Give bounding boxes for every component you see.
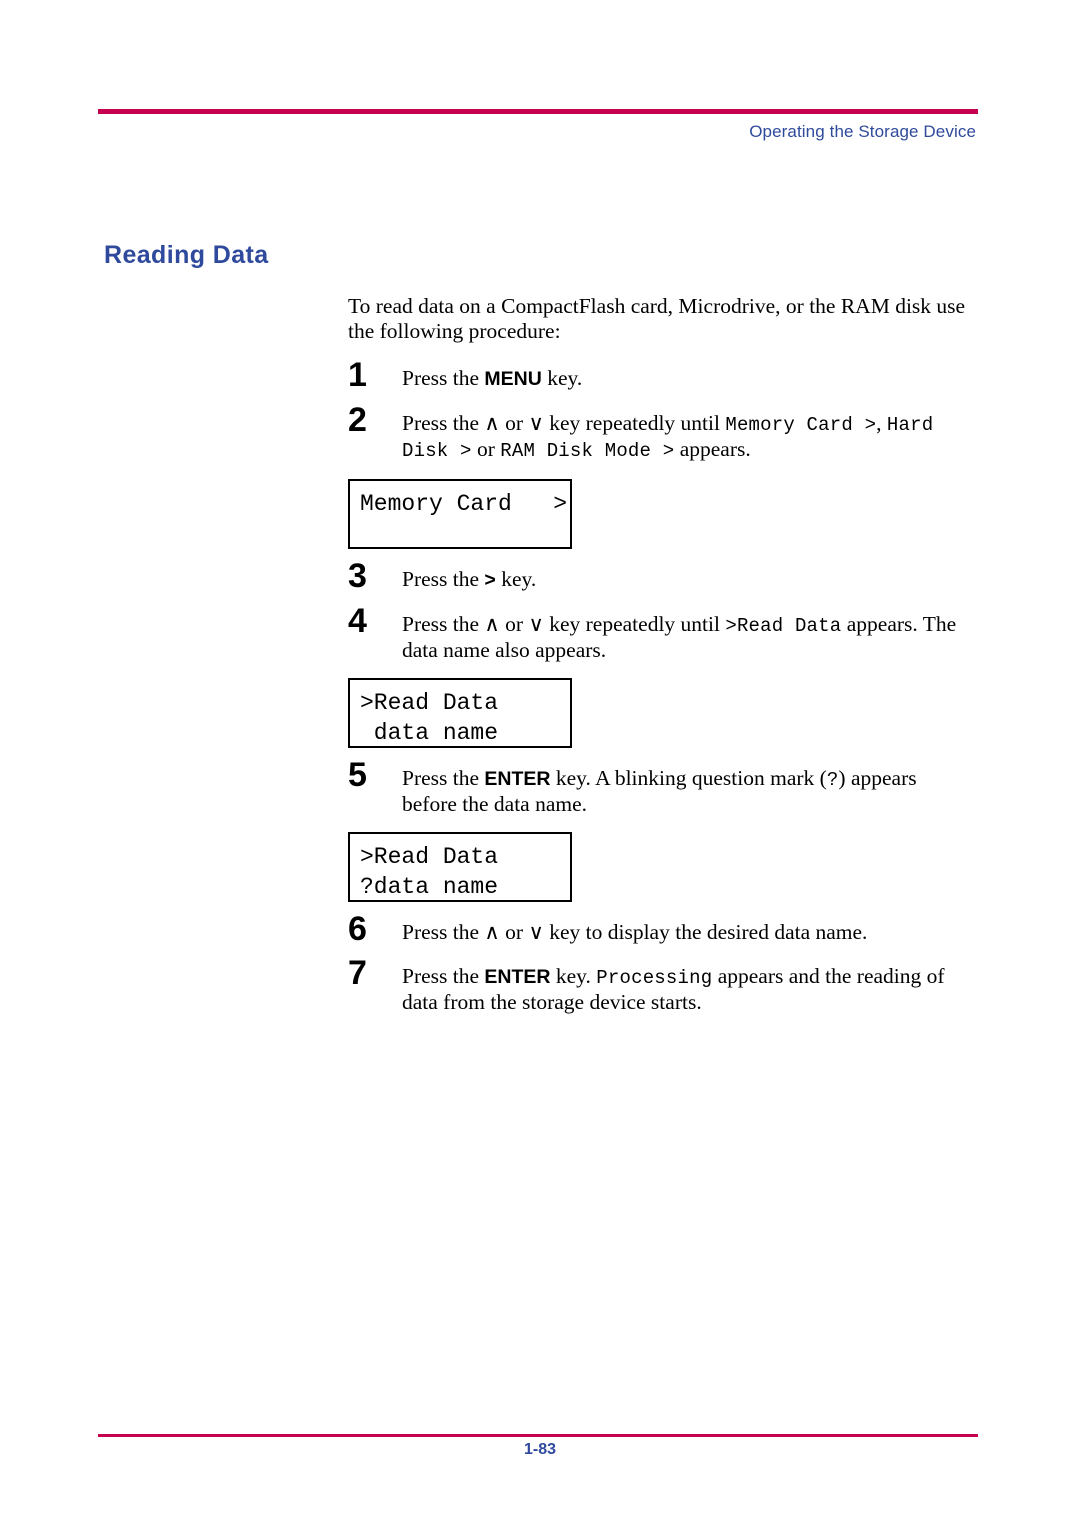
step-2: 2 Press the ∧ or ∨ key repeatedly until … (348, 403, 976, 463)
step-text-part: key. A blinking question mark ( (550, 765, 827, 790)
step-6: 6 Press the ∧ or ∨ key to display the de… (348, 912, 976, 946)
arrow-up-icon: ∧ (484, 410, 500, 435)
lcd-line-2: data name (360, 719, 499, 746)
step-7: 7 Press the ENTER key. Processing appear… (348, 956, 976, 1014)
step-text-part: key to display the desired data name. (543, 919, 868, 944)
document-page: Operating the Storage Device Reading Dat… (0, 0, 1080, 1528)
step-text-part: key. (495, 566, 537, 591)
step-text-part: or (499, 410, 529, 435)
step-5: 5 Press the ENTER key. A blinking questi… (348, 758, 976, 816)
lcd-text-read-data: >Read Data (725, 614, 842, 637)
step-4: 4 Press the ∧ or ∨ key repeatedly until … (348, 604, 976, 662)
header-rule (98, 109, 978, 114)
step-text-part: or (471, 436, 501, 461)
lcd-text-processing: Processing (596, 966, 713, 989)
arrow-down-icon: ∨ (528, 611, 544, 636)
step-text-part: key. (541, 365, 583, 390)
arrow-up-icon: ∧ (484, 611, 500, 636)
menu-key-label: MENU (484, 367, 542, 390)
step-text-part: key. (550, 963, 597, 988)
header-title: Operating the Storage Device (749, 122, 976, 141)
arrow-down-icon: ∨ (528, 410, 544, 435)
lcd-panel-memory-card: Memory Card > (348, 478, 572, 549)
step-number: 3 (348, 556, 367, 595)
step-number: 6 (348, 909, 367, 948)
step-text-part: appears. (674, 436, 751, 461)
lcd-line-1: >Read Data (360, 843, 499, 870)
step-text-part: or (499, 611, 529, 636)
lcd-line-1: >Read Data (360, 689, 499, 716)
step-text-part: Press the (402, 365, 485, 390)
step-text: Press the ∧ or ∨ key repeatedly until Me… (402, 411, 976, 463)
step-text-part: key repeatedly until (543, 410, 726, 435)
step-text-part: Press the (402, 919, 485, 944)
lcd-line-1: Memory Card > (360, 490, 568, 517)
step-text-part: Press the (402, 410, 485, 435)
lcd-line-2: ?data name (360, 873, 499, 900)
step-1: 1 Press the MENU key. (348, 358, 976, 392)
step-text: Press the MENU key. (402, 366, 976, 391)
step-3: 3 Press the > key. (348, 559, 976, 593)
step-text: Press the ENTER key. Processing appears … (402, 964, 976, 1014)
body-column: To read data on a CompactFlash card, Mic… (348, 272, 976, 1014)
step-text: Press the ENTER key. A blinking question… (402, 766, 976, 816)
step-text: Press the ∧ or ∨ key repeatedly until >R… (402, 612, 976, 662)
step-text-part: , (876, 410, 887, 435)
step-text: Press the ∧ or ∨ key to display the desi… (402, 920, 976, 944)
step-text-part: or (499, 919, 529, 944)
footer-rule (98, 1434, 978, 1437)
page-title: Reading Data (104, 240, 269, 269)
step-number: 7 (348, 953, 367, 992)
enter-key-label: ENTER (484, 767, 551, 790)
step-text-part: Press the (402, 963, 485, 988)
question-mark-glyph: ? (826, 768, 839, 791)
right-arrow-key-label: > (484, 568, 496, 591)
lcd-panel-read-data-blinking: >Read Data ?data name (348, 831, 572, 902)
step-number: 2 (348, 400, 367, 439)
page-number: 1-83 (523, 1441, 557, 1458)
step-number: 4 (348, 601, 367, 640)
step-text-part: key repeatedly until (543, 611, 726, 636)
arrow-down-icon: ∨ (528, 919, 544, 944)
lcd-text-memory-card: Memory Card > (725, 413, 877, 436)
step-text-part: Press the (402, 765, 485, 790)
arrow-up-icon: ∧ (484, 919, 500, 944)
intro-paragraph: To read data on a CompactFlash card, Mic… (348, 293, 966, 343)
step-text-part: Press the (402, 566, 485, 591)
step-number: 5 (348, 755, 367, 794)
step-text: Press the > key. (402, 567, 976, 592)
step-number: 1 (348, 355, 367, 394)
lcd-panel-read-data: >Read Data data name (348, 677, 572, 748)
step-text-part: Press the (402, 611, 485, 636)
enter-key-label: ENTER (484, 965, 551, 988)
lcd-text-ram-disk-mode: RAM Disk Mode > (500, 439, 675, 462)
